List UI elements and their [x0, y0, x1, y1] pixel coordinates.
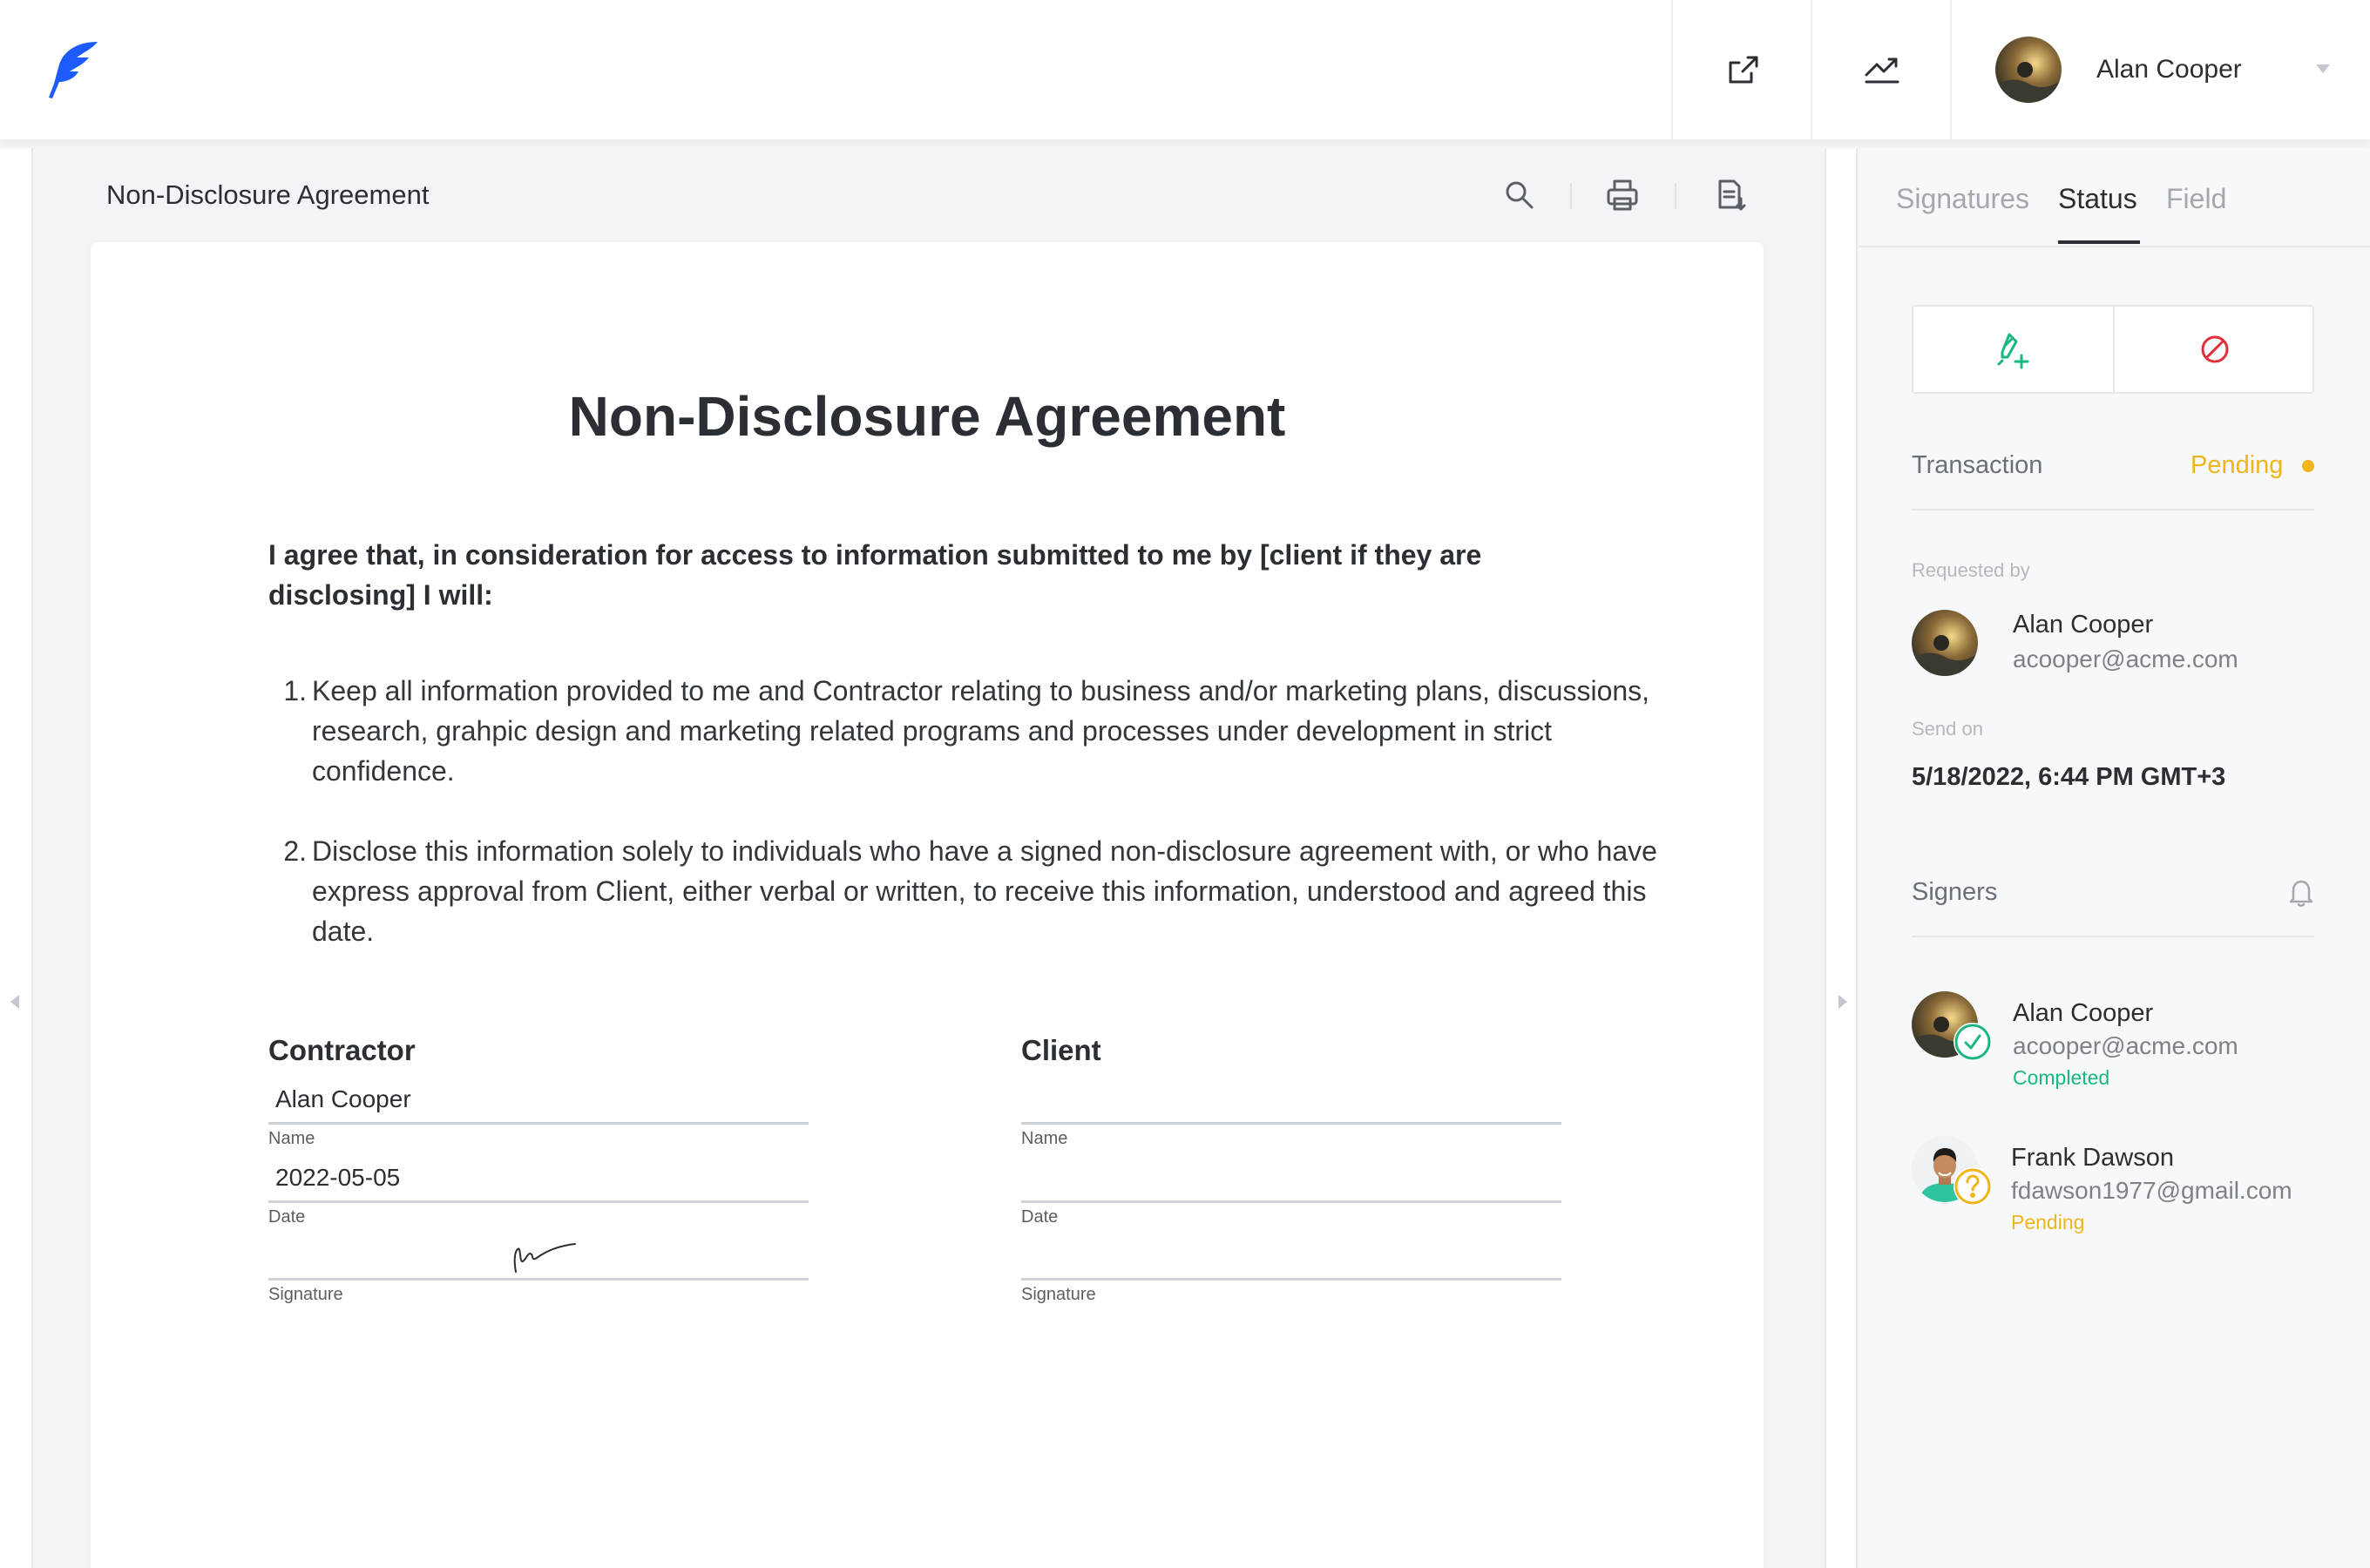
add-signer-pen-icon — [1997, 333, 2029, 369]
clause-text: Disclose this information solely to indi… — [312, 835, 1657, 947]
check-badge-icon — [1954, 1023, 1992, 1061]
topbar-divider — [1671, 0, 1673, 139]
transaction-label: Transaction — [1912, 451, 2043, 479]
document-download-icon[interactable] — [1711, 176, 1750, 214]
document-intro: I agree that, in consideration for acces… — [268, 539, 1482, 611]
tab-status[interactable]: Status — [2058, 179, 2137, 218]
bell-icon[interactable] — [2288, 878, 2314, 908]
send-on-label: Send on — [1912, 718, 1983, 740]
panel-tabs: Signatures Status Field — [1859, 148, 2370, 247]
contractor-date-field[interactable]: 2022-05-05 — [275, 1162, 400, 1193]
requested-by-label: Requested by — [1912, 559, 2030, 581]
send-on-value: 5/18/2022, 6:44 PM GMT+3 — [1912, 763, 2226, 791]
client-name-field[interactable] — [1028, 1084, 1551, 1115]
toolbar-divider — [1675, 183, 1676, 209]
topbar-divider — [1811, 0, 1812, 139]
topbar-divider — [1950, 0, 1952, 139]
toolbar-divider — [1570, 183, 1572, 209]
contractor-name-field[interactable]: Alan Cooper — [275, 1084, 411, 1115]
chevron-right-icon[interactable] — [1838, 995, 1847, 1009]
feather-logo-icon[interactable] — [45, 38, 101, 101]
signer-status: Completed — [2013, 1066, 2110, 1089]
field-label: Signature — [268, 1285, 343, 1304]
field-label: Date — [268, 1207, 306, 1227]
clause-text: Keep all information provided to me and … — [312, 675, 1650, 787]
print-icon[interactable] — [1603, 176, 1642, 214]
requester-email: acooper@acme.com — [2013, 645, 2238, 672]
field-underline — [1021, 1200, 1561, 1203]
top-bar: Alan Cooper — [0, 0, 2370, 139]
signers-label: Signers — [1912, 878, 1998, 906]
clause-number: 1. — [283, 675, 307, 706]
signer-name: Alan Cooper — [2013, 999, 2154, 1027]
signer-name: Frank Dawson — [2011, 1144, 2174, 1172]
document-heading: Non-Disclosure Agreement — [568, 385, 1286, 448]
signer-status: Pending — [2011, 1211, 2085, 1233]
field-underline — [1021, 1278, 1561, 1281]
action-button-group — [1912, 305, 2314, 394]
client-signature-field[interactable] — [1021, 1235, 1561, 1275]
field-underline — [1021, 1122, 1561, 1125]
user-name[interactable]: Alan Cooper — [2096, 52, 2242, 87]
document-page: Non-Disclosure Agreement I agree that, i… — [91, 242, 1764, 1568]
active-tab-indicator — [2058, 240, 2140, 244]
transaction-status: Pending — [2191, 451, 2284, 479]
field-label: Name — [1021, 1129, 1068, 1148]
avatar[interactable] — [1995, 37, 2062, 103]
caret-down-icon[interactable] — [2316, 64, 2330, 73]
divider — [1912, 936, 2314, 937]
chevron-left-icon[interactable] — [10, 995, 19, 1009]
left-panel-toggle[interactable] — [0, 148, 33, 1568]
contractor-heading: Contractor — [268, 1034, 416, 1066]
document-title: Non-Disclosure Agreement — [106, 179, 430, 210]
field-underline — [268, 1122, 809, 1125]
requester-name: Alan Cooper — [2013, 611, 2154, 639]
tab-signatures[interactable]: Signatures — [1896, 179, 2029, 218]
client-heading: Client — [1021, 1034, 1101, 1066]
cancel-icon — [2201, 335, 2229, 363]
avatar — [1912, 610, 1978, 676]
right-panel-toggle[interactable] — [1825, 148, 1858, 1568]
clause-number: 2. — [283, 835, 307, 867]
field-underline — [268, 1278, 809, 1281]
status-dot — [2302, 460, 2314, 472]
field-label: Date — [1021, 1207, 1059, 1227]
field-label: Name — [268, 1129, 315, 1148]
search-icon[interactable] — [1500, 176, 1539, 214]
tab-field[interactable]: Field — [2166, 179, 2226, 218]
cancel-button[interactable] — [2115, 307, 2314, 392]
signer-email: acooper@acme.com — [2013, 1032, 2238, 1059]
question-badge-icon — [1954, 1167, 1992, 1206]
signer-email: fdawson1977@gmail.com — [2011, 1177, 2292, 1204]
status-panel: Signatures Status Field Transaction Pend… — [1859, 148, 2370, 1568]
add-signer-button[interactable] — [1913, 307, 2113, 392]
field-underline — [268, 1200, 809, 1203]
field-label: Signature — [1021, 1285, 1096, 1304]
share-icon[interactable] — [1722, 49, 1764, 91]
analytics-icon[interactable] — [1861, 49, 1903, 91]
client-date-field[interactable] — [1028, 1162, 1551, 1193]
contractor-signature-mark[interactable] — [511, 1237, 580, 1275]
divider — [1912, 509, 2314, 510]
